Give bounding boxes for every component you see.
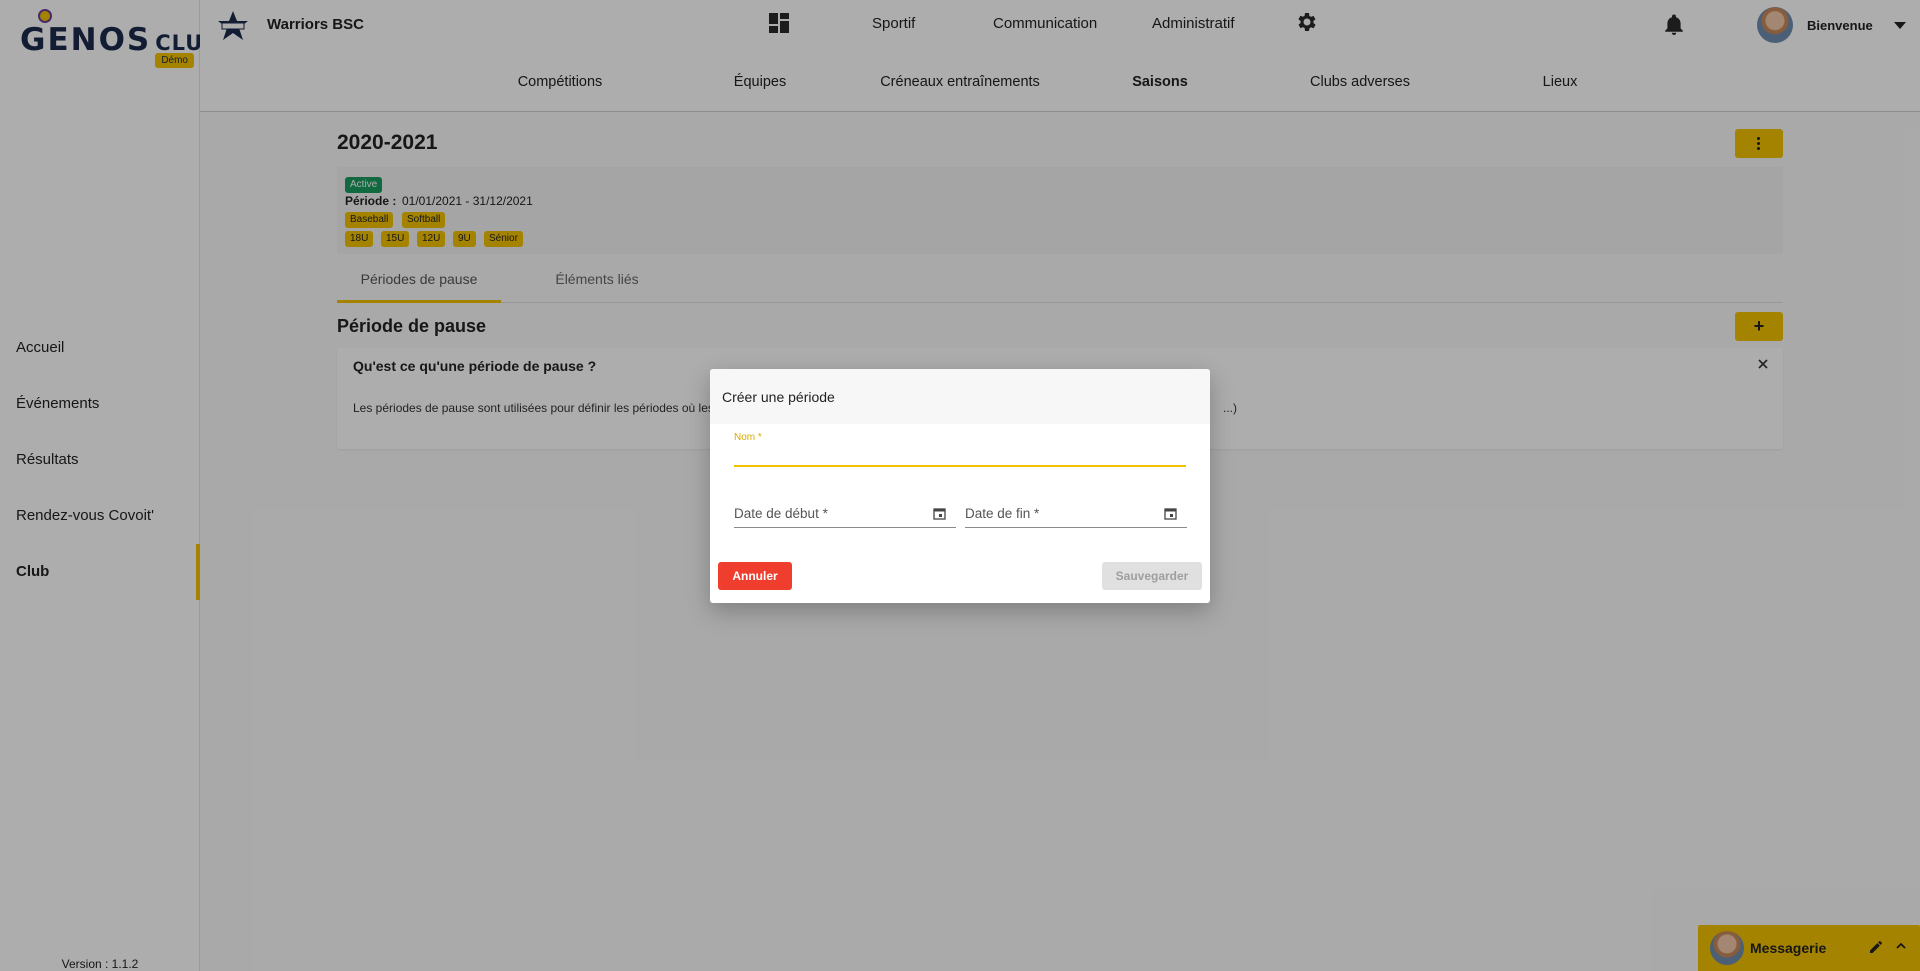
calendar-icon[interactable] <box>933 507 946 520</box>
create-period-dialog: Créer une période Nom * Date de début * … <box>710 369 1210 603</box>
calendar-icon[interactable] <box>1164 507 1177 520</box>
name-input[interactable] <box>734 445 1186 467</box>
required-mark: * <box>757 432 762 443</box>
start-date-label: Date de début * <box>734 506 828 521</box>
cancel-button[interactable]: Annuler <box>718 562 792 590</box>
end-date-label: Date de fin * <box>965 506 1040 521</box>
start-date-field[interactable]: Date de début * <box>734 499 956 528</box>
dialog-title: Créer une période <box>722 389 835 405</box>
dialog-header: Créer une période <box>710 369 1210 424</box>
end-date-field[interactable]: Date de fin * <box>965 499 1187 528</box>
name-field-label: Nom * <box>734 432 762 443</box>
save-button[interactable]: Sauvegarder <box>1102 562 1202 590</box>
